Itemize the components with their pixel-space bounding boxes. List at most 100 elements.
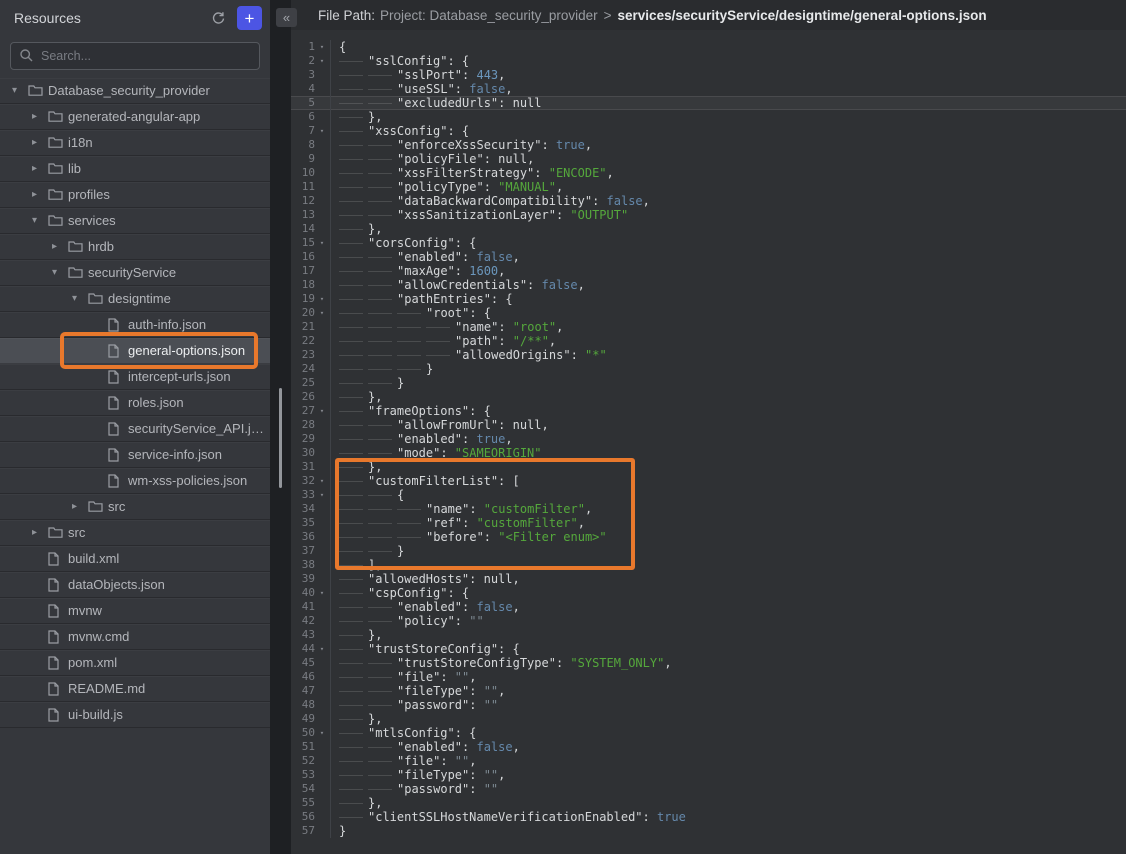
code-line-34[interactable]: 34"name": "customFilter", bbox=[291, 502, 1126, 516]
chevron-right-icon[interactable]: ▸ bbox=[30, 527, 48, 538]
tree-item-designtime[interactable]: ▾designtime bbox=[0, 286, 270, 312]
code-line-11[interactable]: 11"policyType": "MANUAL", bbox=[291, 180, 1126, 194]
tree-item-profiles[interactable]: ▸profiles bbox=[0, 182, 270, 208]
code-line-40[interactable]: 40▾"cspConfig": { bbox=[291, 586, 1126, 600]
code-line-53[interactable]: 53"fileType": "", bbox=[291, 768, 1126, 782]
fold-toggle-icon[interactable]: ▾ bbox=[315, 474, 329, 488]
code-line-47[interactable]: 47"fileType": "", bbox=[291, 684, 1126, 698]
tree-item-src[interactable]: ▸src bbox=[0, 494, 270, 520]
tree-item-pom.xml[interactable]: pom.xml bbox=[0, 650, 270, 676]
tree-item-dataObjects.json[interactable]: dataObjects.json bbox=[0, 572, 270, 598]
code-line-18[interactable]: 18"allowCredentials": false, bbox=[291, 278, 1126, 292]
tree-item-mvnw[interactable]: mvnw bbox=[0, 598, 270, 624]
code-line-50[interactable]: 50▾"mtlsConfig": { bbox=[291, 726, 1126, 740]
code-line-45[interactable]: 45"trustStoreConfigType": "SYSTEM_ONLY", bbox=[291, 656, 1126, 670]
code-line-26[interactable]: 26}, bbox=[291, 390, 1126, 404]
code-line-37[interactable]: 37} bbox=[291, 544, 1126, 558]
code-line-39[interactable]: 39"allowedHosts": null, bbox=[291, 572, 1126, 586]
code-line-41[interactable]: 41"enabled": false, bbox=[291, 600, 1126, 614]
code-editor[interactable]: 1▾{2▾"sslConfig": {3"sslPort": 443,4"use… bbox=[291, 30, 1126, 854]
code-line-56[interactable]: 56"clientSSLHostNameVerificationEnabled"… bbox=[291, 810, 1126, 824]
fold-toggle-icon[interactable]: ▾ bbox=[315, 726, 329, 740]
tree-item-mvnw.cmd[interactable]: mvnw.cmd bbox=[0, 624, 270, 650]
fold-toggle-icon[interactable]: ▾ bbox=[315, 586, 329, 600]
tree-item-roles.json[interactable]: roles.json bbox=[0, 390, 270, 416]
fold-toggle-icon[interactable]: ▾ bbox=[315, 292, 329, 306]
code-line-9[interactable]: 9"policyFile": null, bbox=[291, 152, 1126, 166]
code-line-46[interactable]: 46"file": "", bbox=[291, 670, 1126, 684]
tree-item-lib[interactable]: ▸lib bbox=[0, 156, 270, 182]
code-line-12[interactable]: 12"dataBackwardCompatibility": false, bbox=[291, 194, 1126, 208]
tree-item-services[interactable]: ▾services bbox=[0, 208, 270, 234]
fold-toggle-icon[interactable]: ▾ bbox=[315, 404, 329, 418]
code-line-54[interactable]: 54"password": "" bbox=[291, 782, 1126, 796]
chevron-right-icon[interactable]: ▸ bbox=[50, 241, 68, 252]
fold-toggle-icon[interactable]: ▾ bbox=[315, 54, 329, 68]
code-line-49[interactable]: 49}, bbox=[291, 712, 1126, 726]
code-line-36[interactable]: 36"before": "<Filter enum>" bbox=[291, 530, 1126, 544]
code-line-27[interactable]: 27▾"frameOptions": { bbox=[291, 404, 1126, 418]
tree-item-build.xml[interactable]: build.xml bbox=[0, 546, 270, 572]
code-line-13[interactable]: 13"xssSanitizationLayer": "OUTPUT" bbox=[291, 208, 1126, 222]
refresh-button[interactable] bbox=[207, 7, 229, 29]
chevron-right-icon[interactable]: ▸ bbox=[30, 111, 48, 122]
tree-item-i18n[interactable]: ▸i18n bbox=[0, 130, 270, 156]
tree-item-securityService[interactable]: ▾securityService bbox=[0, 260, 270, 286]
chevron-down-icon[interactable]: ▾ bbox=[30, 215, 48, 226]
tree-item-generated-angular-app[interactable]: ▸generated-angular-app bbox=[0, 104, 270, 130]
tree-item-src[interactable]: ▸src bbox=[0, 520, 270, 546]
tree-item-intercept-urls.json[interactable]: intercept-urls.json bbox=[0, 364, 270, 390]
code-line-5[interactable]: 5"excludedUrls": null bbox=[291, 96, 1126, 110]
code-line-23[interactable]: 23"allowedOrigins": "*" bbox=[291, 348, 1126, 362]
tree-item-securityService_API.json[interactable]: securityService_API.json bbox=[0, 416, 270, 442]
tree-item-service-info.json[interactable]: service-info.json bbox=[0, 442, 270, 468]
collapse-sidebar-button[interactable]: « bbox=[276, 8, 297, 27]
chevron-right-icon[interactable]: ▸ bbox=[30, 137, 48, 148]
code-line-44[interactable]: 44▾"trustStoreConfig": { bbox=[291, 642, 1126, 656]
tree-item-Database_security_provider[interactable]: ▾Database_security_provider bbox=[0, 78, 270, 104]
code-line-55[interactable]: 55}, bbox=[291, 796, 1126, 810]
fold-toggle-icon[interactable]: ▾ bbox=[315, 236, 329, 250]
code-line-43[interactable]: 43}, bbox=[291, 628, 1126, 642]
code-line-52[interactable]: 52"file": "", bbox=[291, 754, 1126, 768]
code-line-14[interactable]: 14}, bbox=[291, 222, 1126, 236]
code-line-29[interactable]: 29"enabled": true, bbox=[291, 432, 1126, 446]
code-line-19[interactable]: 19▾"pathEntries": { bbox=[291, 292, 1126, 306]
code-line-10[interactable]: 10"xssFilterStrategy": "ENCODE", bbox=[291, 166, 1126, 180]
code-line-31[interactable]: 31}, bbox=[291, 460, 1126, 474]
code-line-3[interactable]: 3"sslPort": 443, bbox=[291, 68, 1126, 82]
search-input[interactable] bbox=[10, 42, 260, 70]
code-line-8[interactable]: 8"enforceXssSecurity": true, bbox=[291, 138, 1126, 152]
code-line-35[interactable]: 35"ref": "customFilter", bbox=[291, 516, 1126, 530]
chevron-right-icon[interactable]: ▸ bbox=[70, 501, 88, 512]
code-line-17[interactable]: 17"maxAge": 1600, bbox=[291, 264, 1126, 278]
tree-item-auth-info.json[interactable]: auth-info.json bbox=[0, 312, 270, 338]
code-line-21[interactable]: 21"name": "root", bbox=[291, 320, 1126, 334]
code-line-33[interactable]: 33▾{ bbox=[291, 488, 1126, 502]
tree-item-ui-build.js[interactable]: ui-build.js bbox=[0, 702, 270, 728]
code-line-57[interactable]: 57} bbox=[291, 824, 1126, 838]
chevron-right-icon[interactable]: ▸ bbox=[30, 189, 48, 200]
chevron-down-icon[interactable]: ▾ bbox=[50, 267, 68, 278]
code-line-51[interactable]: 51"enabled": false, bbox=[291, 740, 1126, 754]
code-line-16[interactable]: 16"enabled": false, bbox=[291, 250, 1126, 264]
code-line-25[interactable]: 25} bbox=[291, 376, 1126, 390]
fold-toggle-icon[interactable]: ▾ bbox=[315, 124, 329, 138]
code-line-48[interactable]: 48"password": "" bbox=[291, 698, 1126, 712]
fold-toggle-icon[interactable]: ▾ bbox=[315, 642, 329, 656]
code-line-24[interactable]: 24} bbox=[291, 362, 1126, 376]
code-line-7[interactable]: 7▾"xssConfig": { bbox=[291, 124, 1126, 138]
code-line-38[interactable]: 38], bbox=[291, 558, 1126, 572]
code-line-6[interactable]: 6}, bbox=[291, 110, 1126, 124]
sidebar-scrollbar-thumb[interactable] bbox=[279, 388, 282, 488]
tree-item-hrdb[interactable]: ▸hrdb bbox=[0, 234, 270, 260]
code-line-15[interactable]: 15▾"corsConfig": { bbox=[291, 236, 1126, 250]
fold-toggle-icon[interactable]: ▾ bbox=[315, 40, 329, 54]
code-line-4[interactable]: 4"useSSL": false, bbox=[291, 82, 1126, 96]
code-line-2[interactable]: 2▾"sslConfig": { bbox=[291, 54, 1126, 68]
chevron-down-icon[interactable]: ▾ bbox=[10, 85, 28, 96]
code-line-1[interactable]: 1▾{ bbox=[291, 40, 1126, 54]
code-line-28[interactable]: 28"allowFromUrl": null, bbox=[291, 418, 1126, 432]
tree-item-general-options.json[interactable]: general-options.json bbox=[0, 338, 270, 364]
code-line-20[interactable]: 20▾"root": { bbox=[291, 306, 1126, 320]
